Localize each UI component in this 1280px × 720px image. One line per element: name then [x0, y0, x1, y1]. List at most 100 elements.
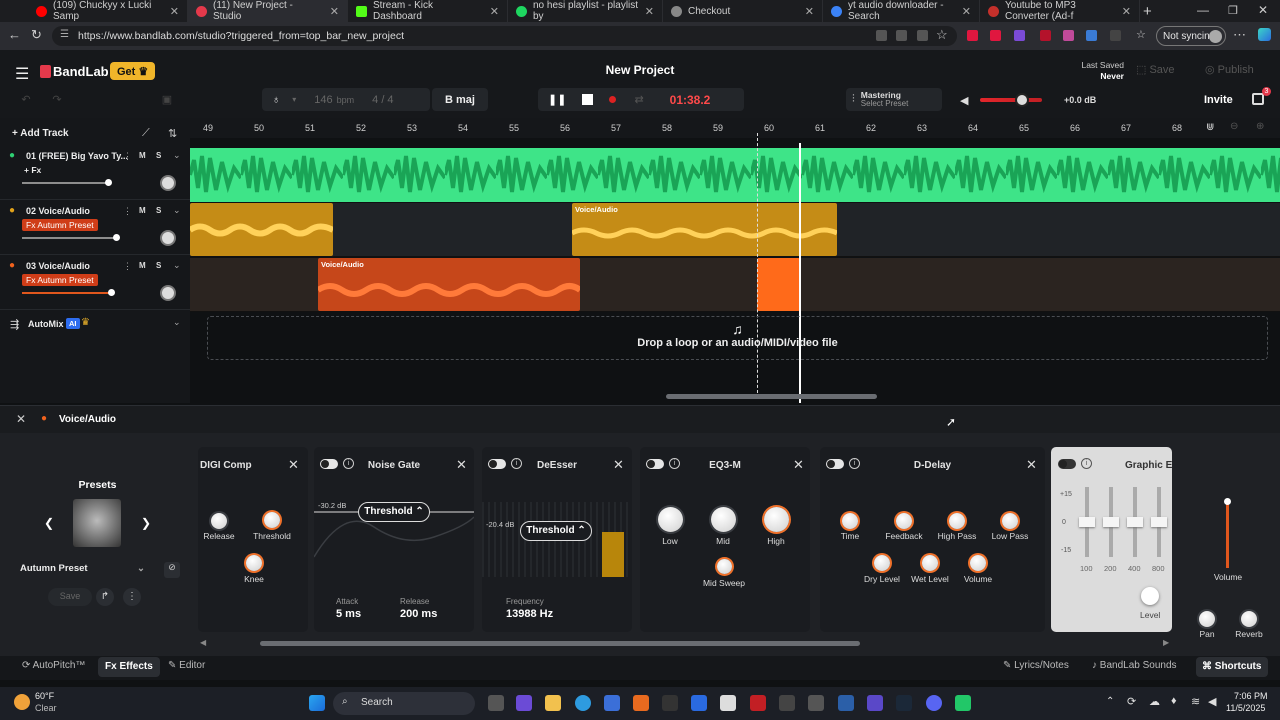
- pan-knob[interactable]: [160, 175, 176, 191]
- close-icon[interactable]: ✕: [793, 457, 804, 473]
- info-icon[interactable]: i: [1081, 458, 1092, 469]
- zoom-in-icon[interactable]: ⊕: [1256, 121, 1264, 132]
- pause-icon[interactable]: ❚❚: [548, 93, 566, 106]
- task-view-icon[interactable]: [488, 695, 504, 711]
- loop-icon[interactable]: ⇄: [634, 93, 643, 106]
- time-knob[interactable]: [842, 513, 858, 529]
- copilot-icon[interactable]: [516, 695, 532, 711]
- app-icon[interactable]: [867, 695, 883, 711]
- low-pass-knob[interactable]: [1002, 513, 1018, 529]
- add-track-button[interactable]: + Add Track: [12, 128, 69, 139]
- slider-knob[interactable]: [108, 289, 115, 296]
- close-icon[interactable]: ✕: [1026, 457, 1037, 473]
- mid-sweep-knob[interactable]: [717, 559, 732, 574]
- more-icon[interactable]: ⋮: [123, 151, 132, 162]
- dry-level-knob[interactable]: [874, 555, 890, 571]
- tray-icon[interactable]: ⟳: [1127, 695, 1136, 708]
- sync-status-button[interactable]: Not syncing: [1156, 26, 1226, 46]
- chevron-left-icon[interactable]: ❮: [44, 516, 54, 530]
- tab-checkout[interactable]: Checkout ✕: [663, 0, 823, 22]
- chevron-down-icon[interactable]: ▾: [292, 95, 296, 104]
- feedback-knob[interactable]: [896, 513, 912, 529]
- slider-knob[interactable]: [1127, 517, 1143, 527]
- slider-knob[interactable]: [105, 179, 112, 186]
- track-header[interactable]: ● 02 Voice/Audio Fx Autumn Preset ⋮ M S …: [0, 201, 190, 255]
- edge-icon[interactable]: [575, 695, 591, 711]
- chevron-down-icon[interactable]: ⌄: [173, 205, 181, 216]
- magic-icon[interactable]: ⟋: [142, 127, 150, 140]
- zoom-icon[interactable]: [917, 30, 928, 41]
- close-icon[interactable]: ✕: [170, 5, 179, 18]
- fx-preset-pill[interactable]: Fx Autumn Preset: [22, 274, 98, 286]
- site-info-icon[interactable]: ☰: [60, 29, 69, 40]
- reverb-knob[interactable]: [1241, 611, 1257, 627]
- extension-icon[interactable]: [1086, 30, 1097, 41]
- release-knob[interactable]: [211, 513, 227, 529]
- close-icon[interactable]: ✕: [456, 457, 467, 473]
- app-icon[interactable]: [838, 695, 854, 711]
- new-tab-icon[interactable]: +: [1143, 3, 1152, 20]
- effects-tab[interactable]: Fx Effects: [98, 657, 160, 677]
- chevron-down-icon[interactable]: ⌄: [173, 260, 181, 271]
- automix-row[interactable]: ⇶ AutoMix AI ♛ ⌄: [0, 315, 190, 335]
- extension-icon[interactable]: [967, 30, 978, 41]
- bandlab-sounds-button[interactable]: ♪ BandLab Sounds: [1092, 660, 1177, 671]
- solo-button[interactable]: S: [156, 151, 161, 160]
- effect-toggle[interactable]: [1058, 459, 1076, 469]
- scroll-right-icon[interactable]: ▶: [1163, 638, 1169, 647]
- minimize-icon[interactable]: —: [1197, 3, 1209, 17]
- eq-band-slider[interactable]: [1151, 487, 1167, 557]
- volume-icon[interactable]: ◀︎: [1208, 695, 1216, 708]
- app-icon[interactable]: [955, 695, 971, 711]
- eq-band-slider[interactable]: [1103, 487, 1119, 557]
- mic-icon[interactable]: [876, 30, 887, 41]
- extension-icon[interactable]: [1063, 30, 1074, 41]
- app-icon[interactable]: [720, 695, 736, 711]
- track-name[interactable]: 01 (FREE) Big Yavo Ty...: [26, 151, 128, 161]
- scroll-left-icon[interactable]: ◀: [200, 638, 206, 647]
- mid-knob[interactable]: [711, 507, 736, 532]
- star-icon[interactable]: ☆: [936, 27, 948, 43]
- frequency-value[interactable]: 13988 Hz: [506, 608, 553, 620]
- url-field[interactable]: ☰ https://www.bandlab.com/studio?triggere…: [52, 26, 957, 46]
- high-knob[interactable]: [764, 507, 789, 532]
- close-icon[interactable]: ✕: [962, 5, 971, 18]
- app-icon[interactable]: [662, 695, 678, 711]
- timeline-ruler[interactable]: 49 50 51 52 53 54 55 56 57 58 59 60 61 6…: [190, 118, 1280, 138]
- slider-knob[interactable]: [1015, 93, 1029, 107]
- attack-value[interactable]: 5 ms: [336, 608, 361, 620]
- tab-converter[interactable]: Youtube to MP3 Converter (Ad-f ✕: [980, 0, 1140, 22]
- app-icon[interactable]: [779, 695, 795, 711]
- app-icon[interactable]: [896, 30, 907, 41]
- track-lane[interactable]: Voice/Audio: [190, 258, 1280, 312]
- recording-clip[interactable]: [757, 258, 800, 311]
- zoom-out-icon[interactable]: ⊖: [1230, 121, 1238, 132]
- more-icon[interactable]: ⋮: [123, 206, 132, 217]
- copilot-icon[interactable]: [1258, 28, 1271, 41]
- extension-icon[interactable]: [1110, 30, 1121, 41]
- playhead[interactable]: [799, 143, 801, 403]
- fx-preset-pill[interactable]: Fx Autumn Preset: [22, 219, 98, 231]
- threshold-selector[interactable]: Threshold ⌃: [358, 502, 430, 522]
- tab-youtube[interactable]: (109) Chuckyy x Lucki Samp ✕: [28, 0, 188, 22]
- chevron-right-icon[interactable]: ❯: [141, 516, 151, 530]
- magnet-icon[interactable]: ⋓: [1206, 122, 1214, 133]
- track-volume-slider[interactable]: [22, 179, 112, 186]
- threshold-knob[interactable]: [264, 512, 280, 528]
- fx-off-icon[interactable]: ⊘: [164, 562, 180, 578]
- mic-icon[interactable]: ♦: [1171, 695, 1177, 707]
- close-icon[interactable]: ✕: [613, 457, 624, 473]
- slider-knob[interactable]: [113, 234, 120, 241]
- tab-spotify[interactable]: no hesi playlist - playlist by ✕: [508, 0, 663, 22]
- weather-icon[interactable]: [14, 694, 30, 710]
- metronome-icon[interactable]: ♁: [272, 94, 280, 106]
- threshold-selector[interactable]: Threshold ⌃: [520, 521, 592, 541]
- redo-icon[interactable]: ↷: [46, 88, 68, 110]
- invite-button[interactable]: Invite: [1204, 94, 1233, 106]
- close-icon[interactable]: ✕: [645, 5, 654, 18]
- volume-knob[interactable]: [970, 555, 986, 571]
- track-volume-slider[interactable]: [22, 234, 120, 241]
- favorites-icon[interactable]: ☆: [1136, 28, 1146, 41]
- bpm-value[interactable]: 146: [314, 94, 332, 106]
- master-volume-slider[interactable]: [980, 93, 1042, 107]
